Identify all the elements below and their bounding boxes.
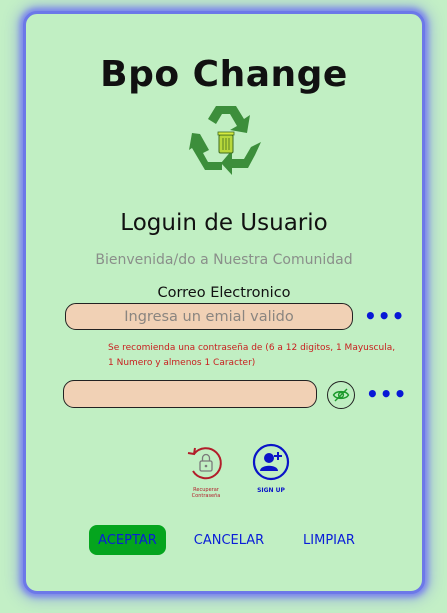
recycle-logo-icon <box>189 102 263 182</box>
login-heading: Loguin de Usuario <box>120 210 328 236</box>
accept-button[interactable]: ACEPTAR <box>89 525 166 555</box>
app-title: Bpo Change <box>100 54 348 95</box>
email-label: Correo Electronico <box>157 285 291 301</box>
login-card: Bpo Change Loguin de Usuario Bienvenida/… <box>23 11 425 594</box>
lock-refresh-icon <box>187 447 222 480</box>
signup-label: SIGN UP <box>257 487 285 494</box>
eye-slash-icon <box>332 388 350 402</box>
cancel-button[interactable]: CANCELAR <box>186 525 272 555</box>
password-input[interactable] <box>63 380 317 408</box>
welcome-text: Bienvenida/do a Nuestra Comunidad <box>95 252 353 268</box>
recover-password-link[interactable]: Recuperar Contraseña <box>179 444 233 500</box>
password-hint: Se recomienda una contraseña de (6 a 12 … <box>108 343 396 368</box>
toggle-password-visibility-button[interactable] <box>327 381 355 409</box>
password-more-options-icon[interactable]: ••• <box>366 384 407 404</box>
user-plus-icon <box>252 443 290 481</box>
email-input[interactable] <box>65 303 353 330</box>
email-more-options-icon[interactable]: ••• <box>364 306 405 326</box>
recover-password-label: Recuperar Contraseña <box>191 487 221 499</box>
signup-link[interactable]: SIGN UP <box>251 443 291 503</box>
clear-button[interactable]: LIMPIAR <box>294 525 364 555</box>
